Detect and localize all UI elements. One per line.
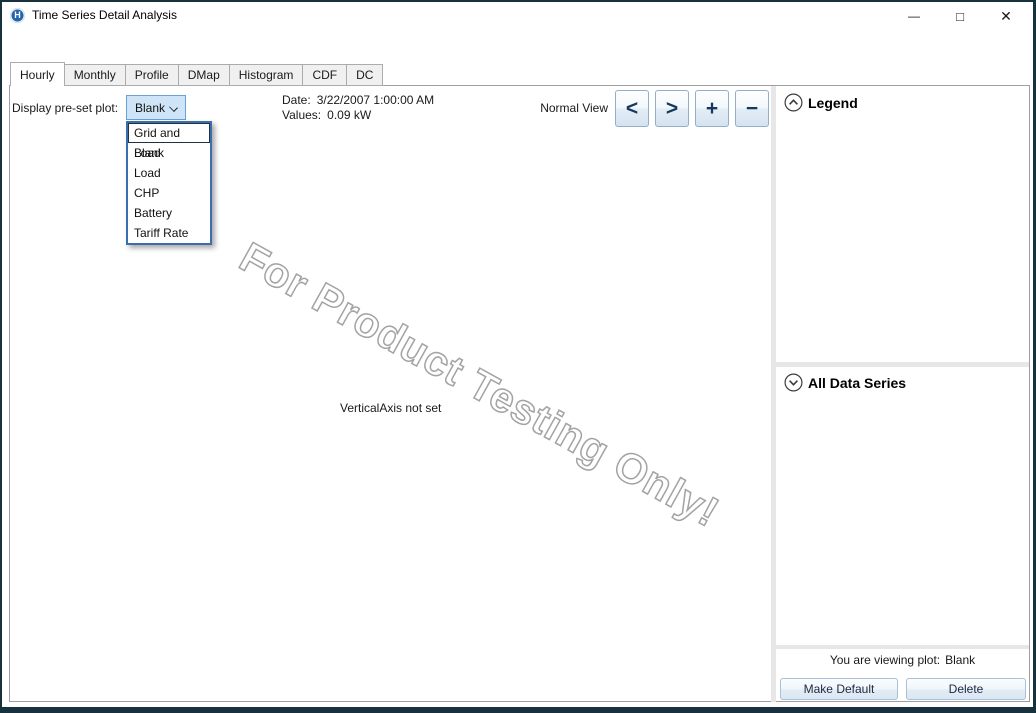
- dropdown-option-tariff-rate[interactable]: Tariff Rate: [128, 223, 210, 243]
- viewing-plot-value: Blank: [945, 653, 975, 667]
- plot-nav-toolbar: < > + −: [615, 90, 769, 127]
- make-default-button[interactable]: Make Default: [780, 678, 898, 700]
- zoom-out-button[interactable]: −: [735, 90, 769, 127]
- app-window: H Time Series Detail Analysis — □ ✕ Hour…: [0, 0, 1036, 713]
- chevron-down-icon: [169, 103, 178, 112]
- preset-plot-label: Display pre-set plot:: [12, 101, 118, 115]
- dropdown-option-chp[interactable]: CHP: [128, 183, 210, 203]
- panel-splitter-vertical[interactable]: [771, 86, 776, 702]
- maximize-button[interactable]: □: [937, 2, 983, 30]
- tab-cdf[interactable]: CDF: [302, 64, 347, 86]
- window-frame-left: [0, 0, 2, 713]
- view-mode-label: Normal View: [495, 101, 608, 115]
- chevron-up-circle-icon: [784, 93, 803, 112]
- delete-button[interactable]: Delete: [906, 678, 1026, 700]
- dropdown-option-grid-and-load[interactable]: Grid and Load: [128, 123, 210, 143]
- window-frame-top: [0, 0, 1036, 2]
- window-title: Time Series Detail Analysis: [32, 8, 177, 22]
- minimize-button[interactable]: —: [891, 2, 937, 30]
- legend-title: Legend: [808, 95, 858, 111]
- app-icon: H: [10, 8, 25, 23]
- step-forward-button[interactable]: >: [655, 90, 689, 127]
- legend-collapse-button[interactable]: [784, 93, 803, 112]
- title-bar: H Time Series Detail Analysis — □ ✕: [2, 2, 1033, 30]
- all-data-series-title: All Data Series: [808, 375, 906, 391]
- vertical-axis-message: VerticalAxis not set: [340, 401, 441, 415]
- combobox-value: Blank: [127, 101, 165, 115]
- tab-histogram[interactable]: Histogram: [229, 64, 304, 86]
- preset-plot-dropdown: Grid and Load Blank Load CHP Battery Tar…: [126, 121, 212, 245]
- cursor-info-block: Date: 3/22/2007 1:00:00 AM Values: 0.09 kW: [282, 93, 434, 123]
- preset-plot-combobox[interactable]: Blank: [126, 95, 186, 120]
- close-button[interactable]: ✕: [983, 2, 1029, 30]
- tab-profile[interactable]: Profile: [125, 64, 179, 86]
- zoom-in-button[interactable]: +: [695, 90, 729, 127]
- tab-monthly[interactable]: Monthly: [64, 64, 126, 86]
- tab-hourly[interactable]: Hourly: [10, 62, 65, 86]
- tab-dmap[interactable]: DMap: [178, 64, 230, 86]
- panel-splitter-horizontal-1[interactable]: [776, 362, 1029, 367]
- date-label: Date:: [282, 93, 311, 107]
- window-frame-bottom: [0, 707, 1036, 713]
- values-value: 0.09 kW: [327, 108, 371, 122]
- values-label: Values:: [282, 108, 321, 122]
- all-data-series-expand-button[interactable]: [784, 373, 803, 392]
- dropdown-option-blank[interactable]: Blank: [128, 143, 210, 163]
- tab-dc[interactable]: DC: [346, 64, 383, 86]
- tab-bar: Hourly Monthly Profile DMap Histogram CD…: [10, 62, 383, 86]
- date-value: 3/22/2007 1:00:00 AM: [317, 93, 434, 107]
- panel-splitter-horizontal-2: [776, 645, 1029, 649]
- chevron-down-circle-icon: [784, 373, 803, 392]
- dropdown-option-battery[interactable]: Battery: [128, 203, 210, 223]
- window-controls: — □ ✕: [891, 2, 1029, 30]
- step-back-button[interactable]: <: [615, 90, 649, 127]
- viewing-plot-status: You are viewing plot: Blank: [776, 653, 1029, 667]
- dropdown-option-load[interactable]: Load: [128, 163, 210, 183]
- viewing-plot-label: You are viewing plot:: [830, 653, 940, 667]
